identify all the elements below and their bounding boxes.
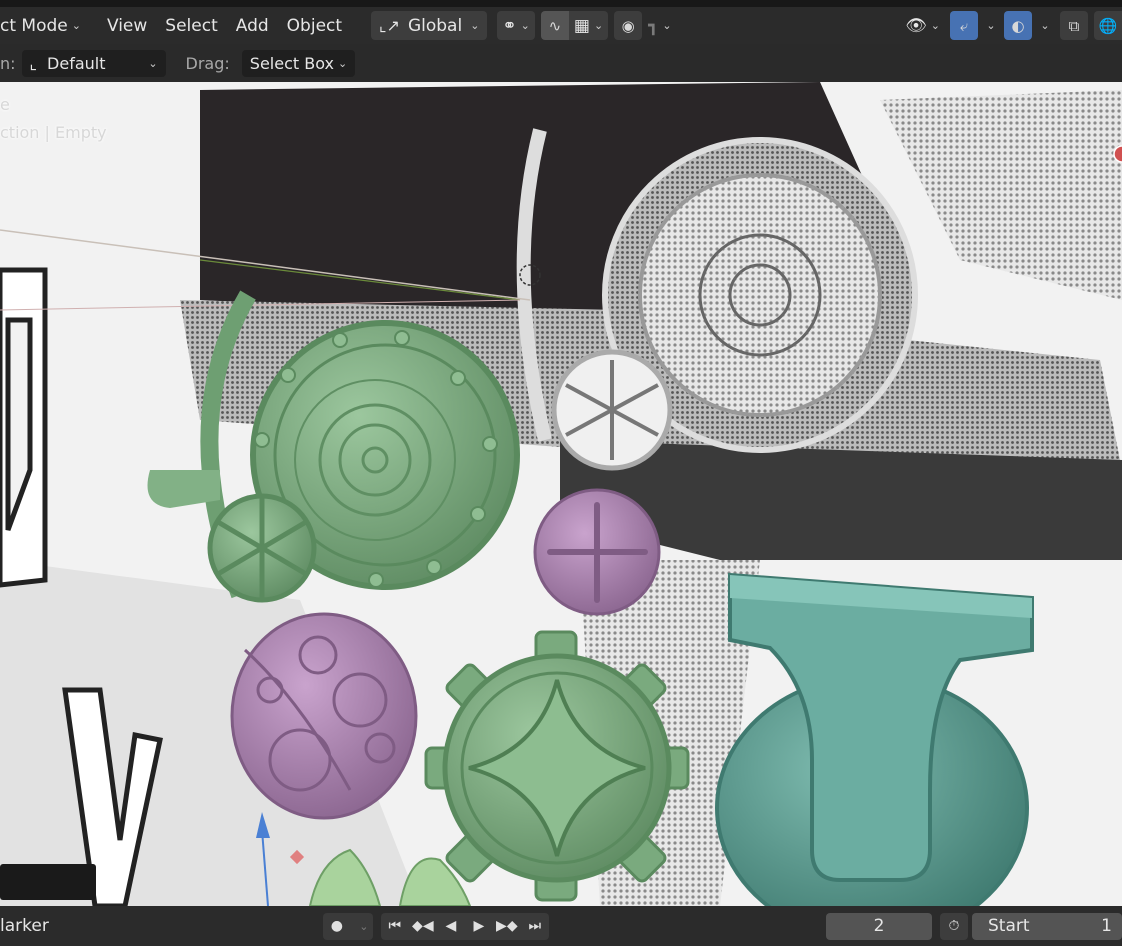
mode-label: ct Mode [0,15,68,36]
orientation-dropdown[interactable]: ⌞ Default ⌄ [21,49,166,77]
chevron-down-icon: ⌄ [470,19,480,32]
drag-dropdown[interactable]: Select Box ⌄ [241,49,356,77]
chevron-down-icon: ⌄ [662,19,672,32]
transform-orientation-dropdown[interactable]: ⌞↗ Global ⌄ [371,11,488,40]
falloff-dropdown[interactable]: ┓ ⌄ [642,11,677,40]
transform-orientation-label: Global [407,15,463,36]
proportional-edit-icon[interactable]: ◉ [614,11,643,40]
xray-toggle-icon[interactable]: ⧉ [1060,11,1088,40]
snap-grid-icon: ▦ [573,15,590,36]
snap-target-dropdown[interactable]: ▦ ⌄ [568,11,609,40]
stopwatch-icon[interactable]: ⏱ [940,912,968,940]
mode-dropdown[interactable]: ct Mode ⌄ [0,11,90,40]
orientation-value: Default [47,53,106,73]
purple-clockwork-model[interactable] [230,612,418,820]
tool-settings-bar: n: ⌞ Default ⌄ Drag: Select Box ⌄ [0,44,1122,82]
menu-object[interactable]: Object [278,11,351,40]
start-label: Start [988,916,1030,936]
eye-icon: 👁 [905,15,927,36]
keying-dropdown-icon[interactable]: ⌄ [351,913,373,940]
current-frame-field[interactable]: 2 [826,912,932,940]
chevron-down-icon: ⌄ [593,19,604,32]
gizmo-toggle-icon[interactable]: ⤶ [950,11,978,40]
visibility-dropdown[interactable]: 👁 ⌄ [901,11,944,40]
pivot-point-icon: ⚭ [502,15,517,36]
orientation-axes-icon: ⌞ [29,53,38,73]
wireframe-shading-icon[interactable]: 🌐 [1094,11,1122,40]
info-box [0,864,96,900]
menu-add[interactable]: Add [227,11,278,40]
falloff-icon: ┓ [648,15,659,36]
timeline-bar: larker ● ⌄ ⏮ ◆◀ ◀ ▶ ▶◆ ⏭ 2 ⏱ Start 1 [0,906,1122,946]
teal-clip-model[interactable] [715,572,1034,906]
orientation-label: n: [0,53,16,73]
pivot-point-dropdown[interactable]: ⚭ ⌄ [497,11,535,40]
3d-viewport[interactable]: e ction | Empty [0,82,1122,906]
play-reverse-icon[interactable]: ◀ [437,913,465,940]
reference-gear-inner [638,173,882,417]
record-icon[interactable]: ● [323,913,351,940]
play-icon[interactable]: ▶ [465,913,493,940]
gizmo-dropdown-icon[interactable]: ⌄ [978,11,1000,40]
jump-start-icon[interactable]: ⏮ [381,913,409,940]
viewport-overlay-line1: e [0,95,10,114]
snap-toggle-icon[interactable]: ∿ [540,11,569,40]
marker-menu[interactable]: larker [0,916,49,936]
auto-keying-group: ● ⌄ [322,912,373,940]
drag-label: Drag: [185,53,230,73]
start-frame-field[interactable]: Start 1 [972,912,1122,940]
viewport-overlay-line2: ction | Empty [0,123,107,142]
viewport-scene [0,82,1122,906]
green-cog-model[interactable] [424,630,690,902]
overlays-dropdown-icon[interactable]: ⌄ [1032,11,1054,40]
start-value: 1 [1101,916,1112,936]
next-keyframe-icon[interactable]: ▶◆ [493,913,521,940]
playback-controls: ⏮ ◆◀ ◀ ▶ ▶◆ ⏭ [380,912,549,940]
viewport-header: ct Mode ⌄ View Select Add Object ⌞↗ Glob… [0,7,1122,44]
overlays-toggle-icon[interactable]: ◐ [1004,11,1032,40]
prev-keyframe-icon[interactable]: ◆◀ [409,913,437,940]
menu-view[interactable]: View [98,11,156,40]
chevron-down-icon: ⌄ [520,19,530,32]
menu-select[interactable]: Select [156,11,226,40]
jump-end-icon[interactable]: ⏭ [521,913,549,940]
chevron-down-icon: ⌄ [71,19,81,32]
top-strip [0,0,1122,7]
chevron-down-icon: ⌄ [148,56,158,70]
transform-orientation-icon: ⌞↗ [379,16,400,35]
drag-value: Select Box [249,53,334,73]
chevron-down-icon: ⌄ [930,19,940,32]
chevron-down-icon: ⌄ [337,56,348,70]
